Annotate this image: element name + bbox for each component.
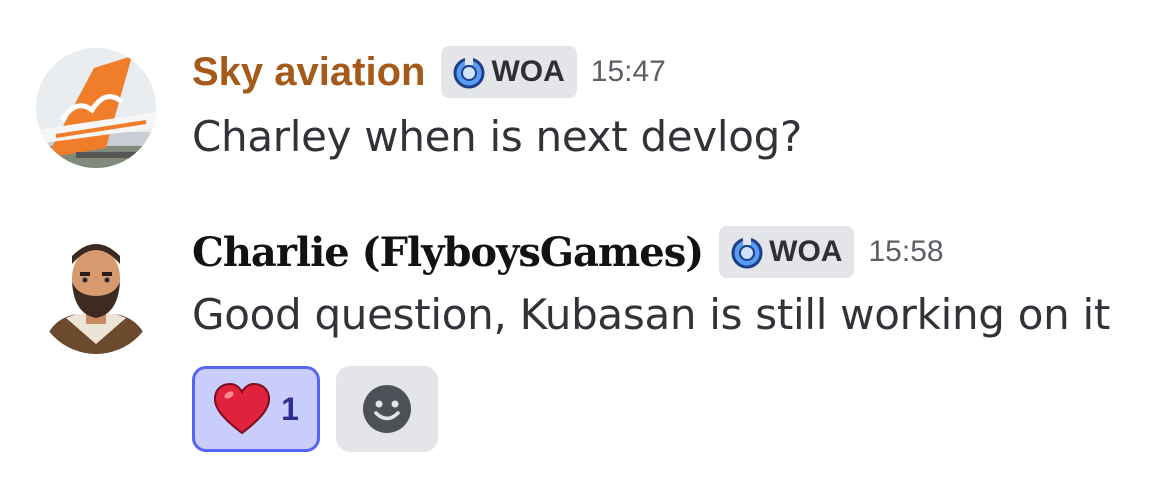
- smiley-add-reaction-icon: [363, 385, 411, 433]
- add-reaction-button[interactable]: [336, 366, 438, 452]
- role-tag-label: WOA: [769, 235, 843, 268]
- username[interactable]: Sky aviation: [192, 50, 425, 95]
- role-tag[interactable]: WOA: [441, 46, 577, 98]
- message-content: Good question, Kubasan is still working …: [192, 290, 1111, 339]
- timestamp[interactable]: 15:58: [868, 235, 943, 269]
- reaction-heart[interactable]: 1: [192, 366, 320, 452]
- woa-role-icon: [731, 237, 763, 269]
- reaction-count: 1: [281, 390, 299, 427]
- avatar[interactable]: [36, 234, 156, 354]
- avatar[interactable]: [36, 48, 156, 168]
- skyup-plane-tail-avatar: [36, 48, 156, 168]
- bearded-pilot-avatar: [36, 234, 156, 354]
- reactions-bar: 1: [192, 366, 438, 452]
- timestamp[interactable]: 15:47: [591, 55, 666, 89]
- role-tag-label: WOA: [491, 55, 565, 88]
- role-tag[interactable]: WOA: [719, 226, 855, 278]
- username[interactable]: Charlie (FlyboysGames): [192, 229, 704, 276]
- red-heart-icon: [214, 383, 271, 435]
- message-content: Charley when is next devlog?: [192, 112, 803, 161]
- woa-role-icon: [453, 57, 485, 89]
